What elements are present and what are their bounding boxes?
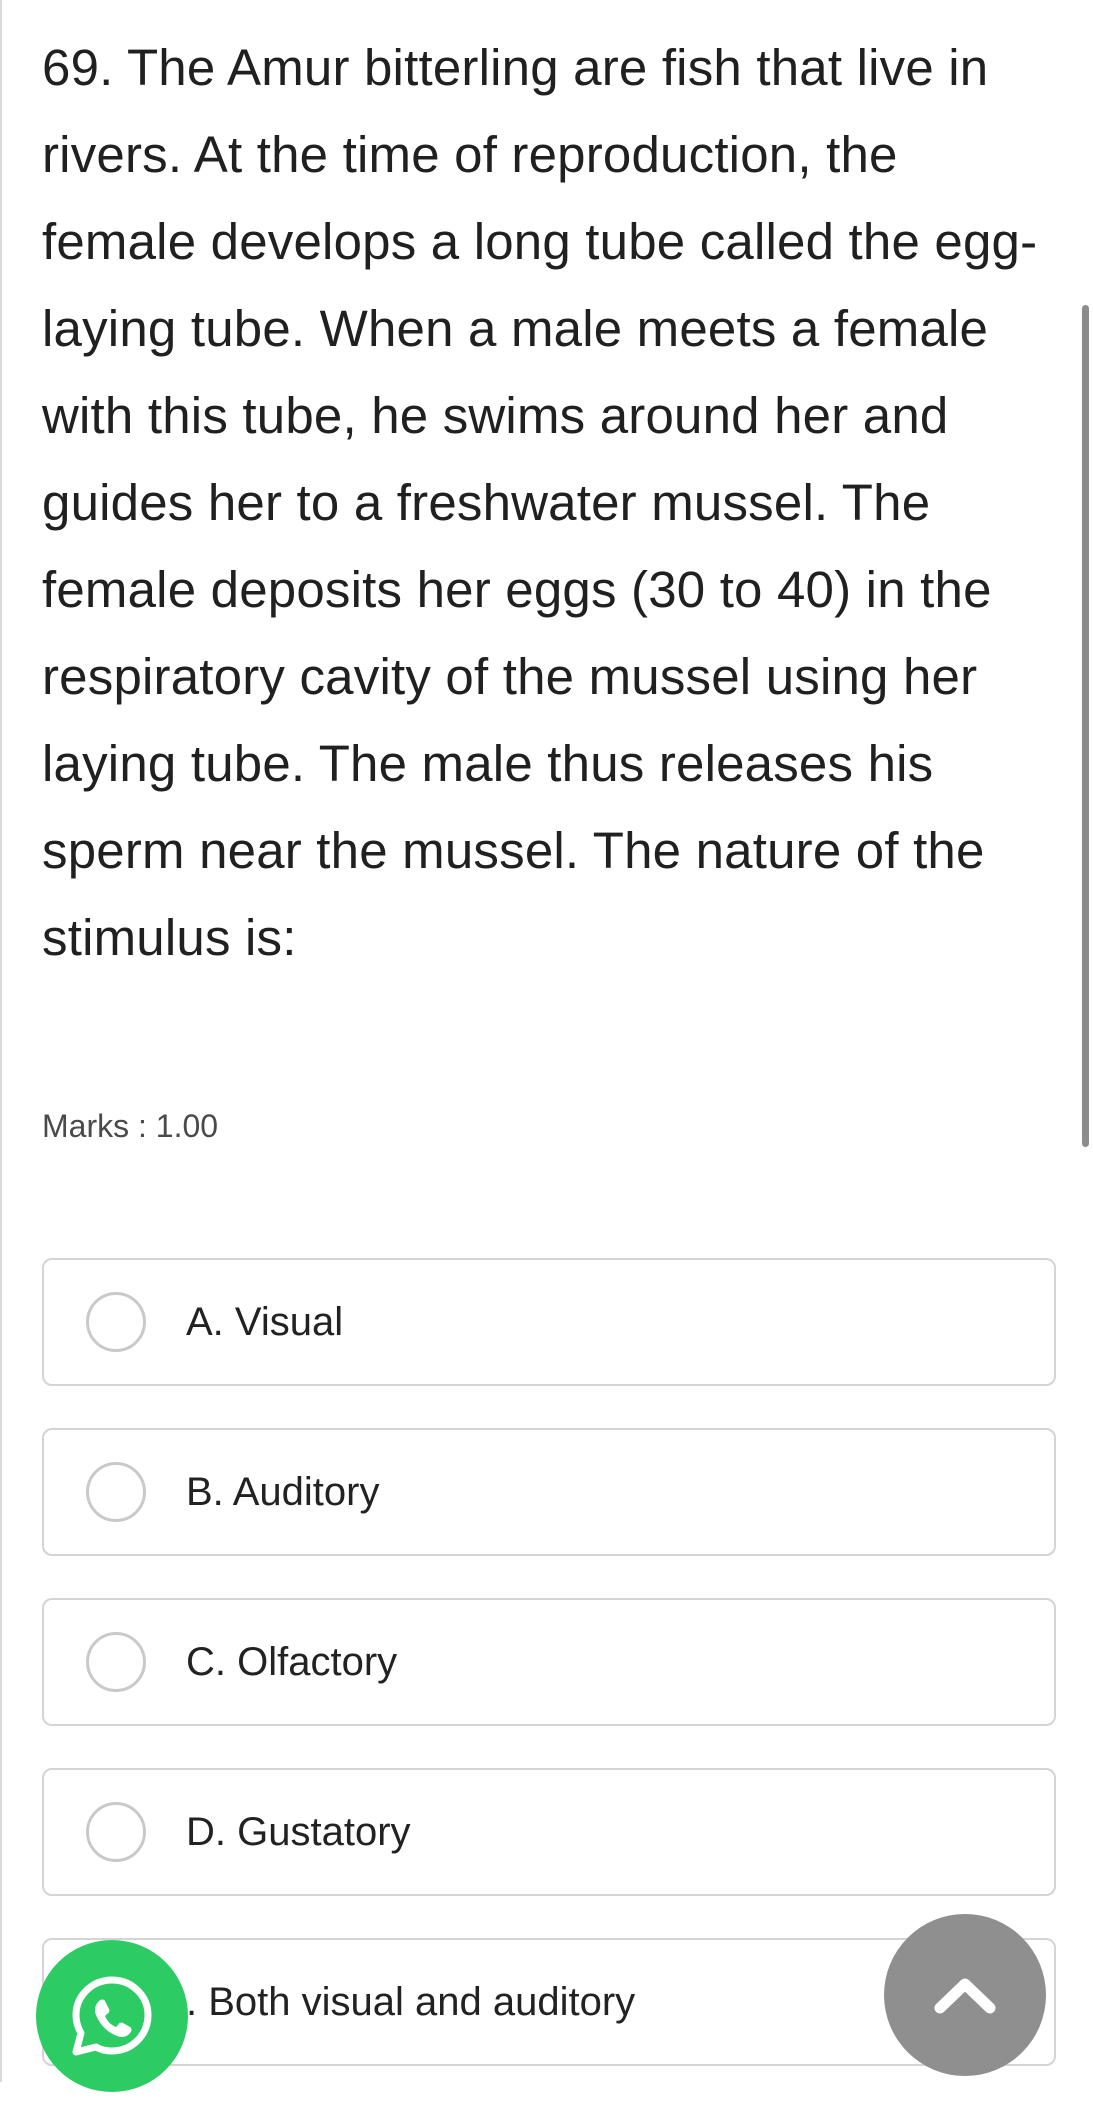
radio-button[interactable]: [86, 1802, 146, 1862]
option-label: B. Auditory: [186, 1469, 380, 1514]
option-c[interactable]: C. Olfactory: [42, 1598, 1056, 1726]
question-text: 69. The Amur bitterling are fish that li…: [42, 39, 1038, 966]
option-a[interactable]: A. Visual: [42, 1258, 1056, 1386]
whatsapp-button[interactable]: [36, 1940, 188, 2092]
scroll-to-top-button[interactable]: [884, 1914, 1046, 2076]
option-label: . Both visual and auditory: [186, 1979, 636, 2024]
radio-button[interactable]: [86, 1462, 146, 1522]
whatsapp-icon: [72, 1976, 152, 2056]
option-d[interactable]: D. Gustatory: [42, 1768, 1056, 1896]
option-label: D. Gustatory: [186, 1809, 411, 1854]
option-b[interactable]: B. Auditory: [42, 1428, 1056, 1556]
page-left-border: [0, 0, 2, 2082]
radio-button[interactable]: [86, 1292, 146, 1352]
scrollbar[interactable]: [1082, 305, 1089, 1147]
marks-label: Marks : 1.00: [42, 1108, 219, 1144]
radio-button[interactable]: [86, 1632, 146, 1692]
chevron-up-icon: [934, 1978, 996, 2014]
option-label: C. Olfactory: [186, 1639, 398, 1684]
option-label: A. Visual: [186, 1299, 344, 1344]
